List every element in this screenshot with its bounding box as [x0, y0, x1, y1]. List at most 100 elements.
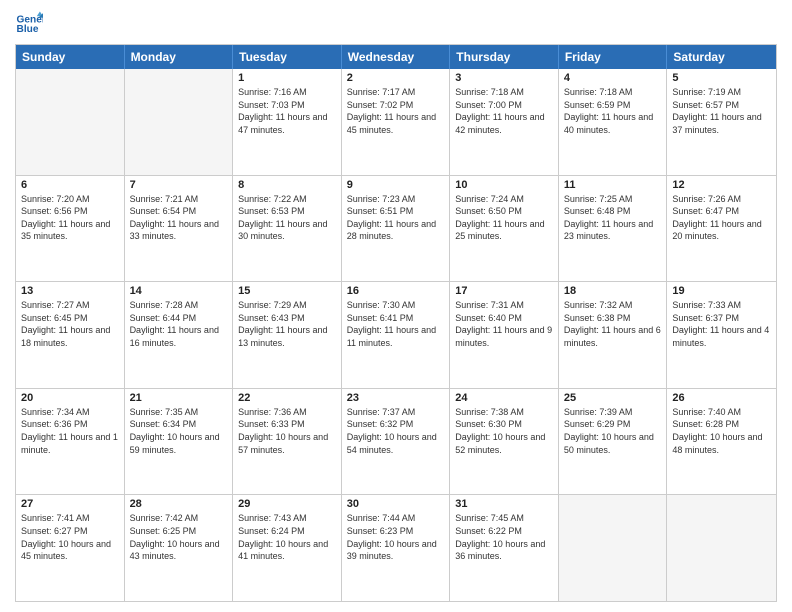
day-info: Sunrise: 7:25 AM Sunset: 6:48 PM Dayligh… — [564, 193, 662, 243]
day-info: Sunrise: 7:20 AM Sunset: 6:56 PM Dayligh… — [21, 193, 119, 243]
header-day-monday: Monday — [125, 45, 234, 69]
day-info: Sunrise: 7:16 AM Sunset: 7:03 PM Dayligh… — [238, 86, 336, 136]
day-info: Sunrise: 7:35 AM Sunset: 6:34 PM Dayligh… — [130, 406, 228, 456]
day-number: 21 — [130, 392, 228, 404]
day-number: 31 — [455, 498, 553, 510]
day-number: 24 — [455, 392, 553, 404]
day-cell-2: 2 Sunrise: 7:17 AM Sunset: 7:02 PM Daylig… — [342, 69, 451, 175]
day-info: Sunrise: 7:21 AM Sunset: 6:54 PM Dayligh… — [130, 193, 228, 243]
day-info: Sunrise: 7:23 AM Sunset: 6:51 PM Dayligh… — [347, 193, 445, 243]
day-info: Sunrise: 7:18 AM Sunset: 7:00 PM Dayligh… — [455, 86, 553, 136]
day-info: Sunrise: 7:24 AM Sunset: 6:50 PM Dayligh… — [455, 193, 553, 243]
day-cell-1: 1 Sunrise: 7:16 AM Sunset: 7:03 PM Daylig… — [233, 69, 342, 175]
empty-cell — [16, 69, 125, 175]
calendar: SundayMondayTuesdayWednesdayThursdayFrid… — [15, 44, 777, 602]
day-number: 27 — [21, 498, 119, 510]
calendar-body: 1 Sunrise: 7:16 AM Sunset: 7:03 PM Daylig… — [16, 69, 776, 601]
day-info: Sunrise: 7:40 AM Sunset: 6:28 PM Dayligh… — [672, 406, 771, 456]
header: General Blue — [15, 10, 777, 38]
day-info: Sunrise: 7:19 AM Sunset: 6:57 PM Dayligh… — [672, 86, 771, 136]
day-number: 1 — [238, 72, 336, 84]
day-number: 3 — [455, 72, 553, 84]
day-info: Sunrise: 7:34 AM Sunset: 6:36 PM Dayligh… — [21, 406, 119, 456]
empty-cell — [667, 495, 776, 601]
day-number: 23 — [347, 392, 445, 404]
day-info: Sunrise: 7:17 AM Sunset: 7:02 PM Dayligh… — [347, 86, 445, 136]
day-cell-17: 17Sunrise: 7:31 AM Sunset: 6:40 PM Dayli… — [450, 282, 559, 388]
calendar-header: SundayMondayTuesdayWednesdayThursdayFrid… — [16, 45, 776, 69]
calendar-row-1: 1 Sunrise: 7:16 AM Sunset: 7:03 PM Daylig… — [16, 69, 776, 175]
day-cell-20: 20 Sunrise: 7:34 AM Sunset: 6:36 PM Dayli… — [16, 389, 125, 495]
header-day-saturday: Saturday — [667, 45, 776, 69]
day-cell-28: 28 Sunrise: 7:42 AM Sunset: 6:25 PM Dayli… — [125, 495, 234, 601]
day-info: Sunrise: 7:33 AM Sunset: 6:37 PM Dayligh… — [672, 299, 771, 349]
day-info: Sunrise: 7:45 AM Sunset: 6:22 PM Dayligh… — [455, 512, 553, 562]
day-number: 9 — [347, 179, 445, 191]
day-info: Sunrise: 7:22 AM Sunset: 6:53 PM Dayligh… — [238, 193, 336, 243]
day-info: Sunrise: 7:28 AM Sunset: 6:44 PM Dayligh… — [130, 299, 228, 349]
day-info: Sunrise: 7:43 AM Sunset: 6:24 PM Dayligh… — [238, 512, 336, 562]
day-info: Sunrise: 7:36 AM Sunset: 6:33 PM Dayligh… — [238, 406, 336, 456]
day-info: Sunrise: 7:27 AM Sunset: 6:45 PM Dayligh… — [21, 299, 119, 349]
logo: General Blue — [15, 10, 43, 38]
day-cell-15: 15Sunrise: 7:29 AM Sunset: 6:43 PM Dayli… — [233, 282, 342, 388]
day-number: 13 — [21, 285, 119, 297]
svg-text:Blue: Blue — [17, 24, 39, 35]
day-cell-13: 13 Sunrise: 7:27 AM Sunset: 6:45 PM Dayli… — [16, 282, 125, 388]
day-cell-14: 14 Sunrise: 7:28 AM Sunset: 6:44 PM Dayli… — [125, 282, 234, 388]
day-cell-30: 30 Sunrise: 7:44 AM Sunset: 6:23 PM Dayli… — [342, 495, 451, 601]
header-day-friday: Friday — [559, 45, 668, 69]
day-cell-9: 9 Sunrise: 7:23 AM Sunset: 6:51 PM Daylig… — [342, 176, 451, 282]
day-number: 4 — [564, 72, 662, 84]
day-number: 14 — [130, 285, 228, 297]
day-cell-31: 31 Sunrise: 7:45 AM Sunset: 6:22 PM Dayli… — [450, 495, 559, 601]
day-info: Sunrise: 7:42 AM Sunset: 6:25 PM Dayligh… — [130, 512, 228, 562]
day-info: Sunrise: 7:26 AM Sunset: 6:47 PM Dayligh… — [672, 193, 771, 243]
day-number: 20 — [21, 392, 119, 404]
day-cell-7: 7 Sunrise: 7:21 AM Sunset: 6:54 PM Daylig… — [125, 176, 234, 282]
day-number: 30 — [347, 498, 445, 510]
day-number: 15 — [238, 285, 336, 297]
calendar-row-2: 6 Sunrise: 7:20 AM Sunset: 6:56 PM Daylig… — [16, 175, 776, 282]
day-cell-24: 24 Sunrise: 7:38 AM Sunset: 6:30 PM Dayli… — [450, 389, 559, 495]
header-day-sunday: Sunday — [16, 45, 125, 69]
day-cell-3: 3 Sunrise: 7:18 AM Sunset: 7:00 PM Daylig… — [450, 69, 559, 175]
day-cell-23: 23 Sunrise: 7:37 AM Sunset: 6:32 PM Dayli… — [342, 389, 451, 495]
day-number: 29 — [238, 498, 336, 510]
day-info: Sunrise: 7:37 AM Sunset: 6:32 PM Dayligh… — [347, 406, 445, 456]
calendar-row-5: 27Sunrise: 7:41 AM Sunset: 6:27 PM Dayli… — [16, 494, 776, 601]
header-day-wednesday: Wednesday — [342, 45, 451, 69]
day-info: Sunrise: 7:30 AM Sunset: 6:41 PM Dayligh… — [347, 299, 445, 349]
day-number: 8 — [238, 179, 336, 191]
day-number: 7 — [130, 179, 228, 191]
day-number: 28 — [130, 498, 228, 510]
day-cell-12: 12Sunrise: 7:26 AM Sunset: 6:47 PM Dayli… — [667, 176, 776, 282]
day-info: Sunrise: 7:44 AM Sunset: 6:23 PM Dayligh… — [347, 512, 445, 562]
day-number: 19 — [672, 285, 771, 297]
day-number: 10 — [455, 179, 553, 191]
day-cell-4: 4 Sunrise: 7:18 AM Sunset: 6:59 PM Daylig… — [559, 69, 668, 175]
day-cell-5: 5Sunrise: 7:19 AM Sunset: 6:57 PM Daylig… — [667, 69, 776, 175]
day-number: 2 — [347, 72, 445, 84]
calendar-row-4: 20 Sunrise: 7:34 AM Sunset: 6:36 PM Dayli… — [16, 388, 776, 495]
day-cell-26: 26Sunrise: 7:40 AM Sunset: 6:28 PM Dayli… — [667, 389, 776, 495]
empty-cell — [559, 495, 668, 601]
day-number: 17 — [455, 285, 553, 297]
day-cell-10: 10 Sunrise: 7:24 AM Sunset: 6:50 PM Dayli… — [450, 176, 559, 282]
day-cell-22: 22 Sunrise: 7:36 AM Sunset: 6:33 PM Dayli… — [233, 389, 342, 495]
day-cell-21: 21 Sunrise: 7:35 AM Sunset: 6:34 PM Dayli… — [125, 389, 234, 495]
day-cell-19: 19 Sunrise: 7:33 AM Sunset: 6:37 PM Dayli… — [667, 282, 776, 388]
day-number: 22 — [238, 392, 336, 404]
day-number: 25 — [564, 392, 662, 404]
day-number: 6 — [21, 179, 119, 191]
day-number: 18 — [564, 285, 662, 297]
day-cell-18: 18Sunrise: 7:32 AM Sunset: 6:38 PM Dayli… — [559, 282, 668, 388]
page: General Blue SundayMondayTuesdayWednesda… — [0, 0, 792, 612]
day-cell-27: 27Sunrise: 7:41 AM Sunset: 6:27 PM Dayli… — [16, 495, 125, 601]
day-number: 11 — [564, 179, 662, 191]
header-day-tuesday: Tuesday — [233, 45, 342, 69]
day-number: 16 — [347, 285, 445, 297]
day-info: Sunrise: 7:18 AM Sunset: 6:59 PM Dayligh… — [564, 86, 662, 136]
day-info: Sunrise: 7:38 AM Sunset: 6:30 PM Dayligh… — [455, 406, 553, 456]
header-day-thursday: Thursday — [450, 45, 559, 69]
